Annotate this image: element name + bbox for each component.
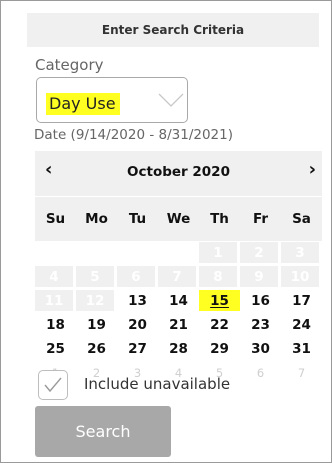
category-select[interactable]: Day Use xyxy=(36,77,188,123)
date-range-label: Date (9/14/2020 - 8/31/2021) xyxy=(34,127,233,143)
day-number: 2 xyxy=(254,244,264,261)
calendar-day[interactable]: 16 xyxy=(240,290,281,311)
weekday-label: Fr xyxy=(252,211,269,227)
calendar-day: 7 xyxy=(281,362,322,383)
calendar-day[interactable]: 29 xyxy=(199,338,240,359)
checkmark-icon xyxy=(44,377,62,393)
calendar-day[interactable]: 14 xyxy=(158,290,199,311)
include-unavailable-checkbox[interactable] xyxy=(38,370,68,400)
next-month-button[interactable]: › xyxy=(309,159,316,180)
category-label: Category xyxy=(35,56,104,74)
category-selected-value: Day Use xyxy=(46,93,120,115)
calendar-day: 2 xyxy=(240,242,281,263)
weekday-label: Tu xyxy=(128,211,147,227)
day-number: 21 xyxy=(169,316,188,333)
calendar-day[interactable]: 25 xyxy=(35,338,76,359)
day-number: 3 xyxy=(295,244,305,261)
panel-header: Enter Search Criteria xyxy=(27,13,319,47)
day-number: 5 xyxy=(90,268,100,285)
day-number: 12 xyxy=(85,292,105,309)
empty-day-cell xyxy=(76,242,117,263)
calendar-day: 5 xyxy=(76,266,117,287)
weekday-label: Sa xyxy=(292,211,311,227)
day-number: 6 xyxy=(256,365,265,380)
day-number: 30 xyxy=(251,340,270,357)
calendar-day: 6 xyxy=(240,362,281,383)
calendar-day[interactable]: 22 xyxy=(199,314,240,335)
search-panel: Enter Search Criteria Category Day Use D… xyxy=(0,0,332,463)
empty-day-cell xyxy=(117,242,158,263)
weekday-label: We xyxy=(166,211,191,227)
calendar-day[interactable]: 31 xyxy=(281,338,322,359)
calendar-day: 1 xyxy=(199,242,240,263)
day-number: 17 xyxy=(292,292,311,309)
weekday-label: Th xyxy=(210,211,229,227)
day-number: 15 xyxy=(210,292,229,309)
empty-day-cell xyxy=(158,242,199,263)
empty-day-cell xyxy=(35,242,76,263)
day-number: 10 xyxy=(290,268,310,285)
day-number: 29 xyxy=(210,340,229,357)
calendar-day[interactable]: 23 xyxy=(240,314,281,335)
weekday-label: Mo xyxy=(85,211,108,227)
day-number: 14 xyxy=(169,292,188,309)
calendar-day[interactable]: 24 xyxy=(281,314,322,335)
day-number: 19 xyxy=(87,316,106,333)
calendar-day: 7 xyxy=(158,266,199,287)
calendar-day: 11 xyxy=(35,290,76,311)
calendar-day-grid: 1 2 3 4 5 6 7 8 9 10 11 12 13 14 15 16 17 18 19 20 21 22 23 24 2… xyxy=(35,242,322,383)
day-number: 18 xyxy=(46,316,65,333)
calendar-day[interactable]: 20 xyxy=(117,314,158,335)
calendar-day[interactable]: 21 xyxy=(158,314,199,335)
calendar-day[interactable]: 28 xyxy=(158,338,199,359)
calendar-day: 4 xyxy=(35,266,76,287)
day-number: 28 xyxy=(169,340,188,357)
calendar-header: ‹ October 2020 › xyxy=(35,151,322,196)
calendar-day: 12 xyxy=(76,290,117,311)
panel-title: Enter Search Criteria xyxy=(101,23,245,37)
calendar-day[interactable]: 19 xyxy=(76,314,117,335)
day-number: 25 xyxy=(46,340,65,357)
day-number: 11 xyxy=(44,292,64,309)
day-number: 31 xyxy=(292,340,311,357)
day-number: 4 xyxy=(49,268,59,285)
calendar-month-title: October 2020 xyxy=(127,164,230,180)
day-number: 1 xyxy=(213,244,223,261)
calendar-day: 3 xyxy=(281,242,322,263)
day-number: 20 xyxy=(128,316,147,333)
day-number: 22 xyxy=(210,316,229,333)
day-number: 6 xyxy=(131,268,141,285)
day-number: 9 xyxy=(254,268,264,285)
day-number: 8 xyxy=(213,268,223,285)
day-number: 7 xyxy=(297,365,306,380)
calendar-day[interactable]: 27 xyxy=(117,338,158,359)
day-number: 24 xyxy=(292,316,311,333)
include-unavailable-label: Include unavailable xyxy=(84,375,231,393)
day-number: 26 xyxy=(87,340,106,357)
calendar-day: 10 xyxy=(281,266,322,287)
weekday-header: Su Mo Tu We Th Fr Sa xyxy=(35,197,322,241)
weekday-label: Su xyxy=(45,211,66,227)
calendar-day: 9 xyxy=(240,266,281,287)
calendar-day: 8 xyxy=(199,266,240,287)
calendar: ‹ October 2020 › Su Mo Tu We Th Fr Sa 12… xyxy=(35,151,322,383)
day-number: 16 xyxy=(251,292,270,309)
calendar-day[interactable]: 26 xyxy=(76,338,117,359)
calendar-day[interactable]: 18 xyxy=(35,314,76,335)
calendar-day[interactable]: 30 xyxy=(240,338,281,359)
calendar-day[interactable]: 13 xyxy=(117,290,158,311)
day-number: 7 xyxy=(172,268,182,285)
calendar-day[interactable]: 17 xyxy=(281,290,322,311)
calendar-day[interactable]: 15 xyxy=(199,290,240,311)
day-number: 13 xyxy=(128,292,147,309)
day-number: 23 xyxy=(251,316,270,333)
day-number: 27 xyxy=(128,340,147,357)
chevron-down-icon xyxy=(158,93,184,107)
search-button[interactable]: Search xyxy=(35,406,171,457)
calendar-day: 6 xyxy=(117,266,158,287)
